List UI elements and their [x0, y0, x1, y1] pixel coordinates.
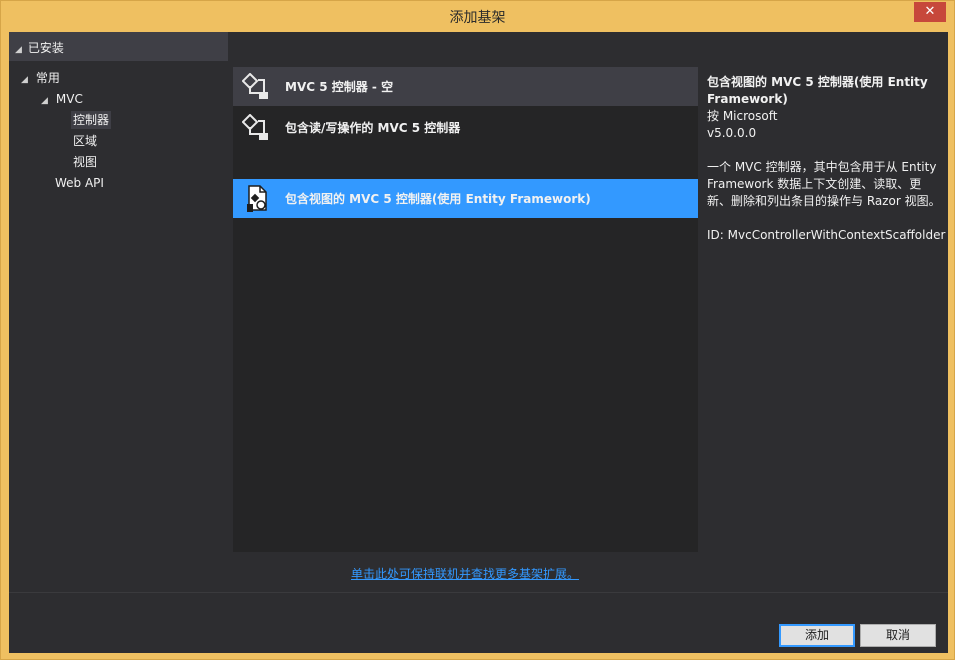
tree-item-common[interactable]: ◢ 常用 [21, 68, 60, 88]
add-scaffold-dialog: 添加基架 ✕ ◢ 已安装 ◢ 常用 ◢ MVC 控制器 区域 视图 Web API [0, 0, 955, 660]
cancel-button[interactable]: 取消 [860, 624, 936, 647]
template-list: MVC 5 控制器 - 空 包含读/写操作的 MVC 5 控制器 包含视图的 M… [233, 67, 698, 552]
template-label: MVC 5 控制器 - 空 [285, 80, 394, 94]
details-title: 包含视图的 MVC 5 控制器(使用 Entity Framework) [707, 75, 928, 106]
details-description: 一个 MVC 控制器，其中包含用于从 Entity Framework 数据上下… [707, 160, 941, 208]
controller-icon [241, 112, 273, 144]
expand-triangle-icon: ◢ [41, 96, 48, 106]
tree-item-controller[interactable]: 控制器 [71, 110, 112, 130]
template-mvc5-read-write[interactable]: 包含读/写操作的 MVC 5 控制器 [233, 108, 698, 147]
dialog-body: ◢ 已安装 ◢ 常用 ◢ MVC 控制器 区域 视图 Web API MVC 5… [9, 32, 948, 653]
template-mvc5-with-views-ef[interactable]: 包含视图的 MVC 5 控制器(使用 Entity Framework) [233, 179, 698, 218]
add-button[interactable]: 添加 [779, 624, 855, 647]
installed-label: 已安装 [27, 41, 64, 55]
tree-item-view[interactable]: 视图 [73, 152, 97, 172]
controller-with-views-icon [241, 183, 273, 215]
controller-icon [241, 71, 273, 103]
close-button[interactable]: ✕ [914, 2, 946, 22]
tree-item-web-api[interactable]: Web API [55, 173, 104, 193]
template-mvc5-empty[interactable]: MVC 5 控制器 - 空 [233, 67, 698, 106]
expand-triangle-icon: ◢ [21, 75, 28, 85]
tree-item-mvc[interactable]: ◢ MVC [41, 89, 83, 109]
collapse-triangle-icon: ◢ [15, 45, 22, 55]
template-label: 包含读/写操作的 MVC 5 控制器 [285, 121, 461, 135]
installed-header[interactable]: ◢ 已安装 [9, 32, 228, 61]
online-extensions-link[interactable]: 单击此处可保持联机并查找更多基架扩展。 [351, 565, 579, 582]
template-label: 包含视图的 MVC 5 控制器(使用 Entity Framework) [285, 192, 591, 206]
close-icon: ✕ [924, 4, 936, 19]
tree-item-area[interactable]: 区域 [73, 131, 97, 151]
title-bar[interactable]: 添加基架 ✕ [1, 1, 954, 31]
details-id: ID: MvcControllerWithContextScaffolder [707, 228, 946, 242]
dialog-title: 添加基架 [449, 10, 506, 26]
details-version: v5.0.0.0 [707, 126, 757, 140]
details-author: 按 Microsoft [707, 109, 778, 123]
dialog-footer: 添加 取消 [9, 592, 948, 653]
template-details: 包含视图的 MVC 5 控制器(使用 Entity Framework) 按 M… [707, 74, 946, 244]
